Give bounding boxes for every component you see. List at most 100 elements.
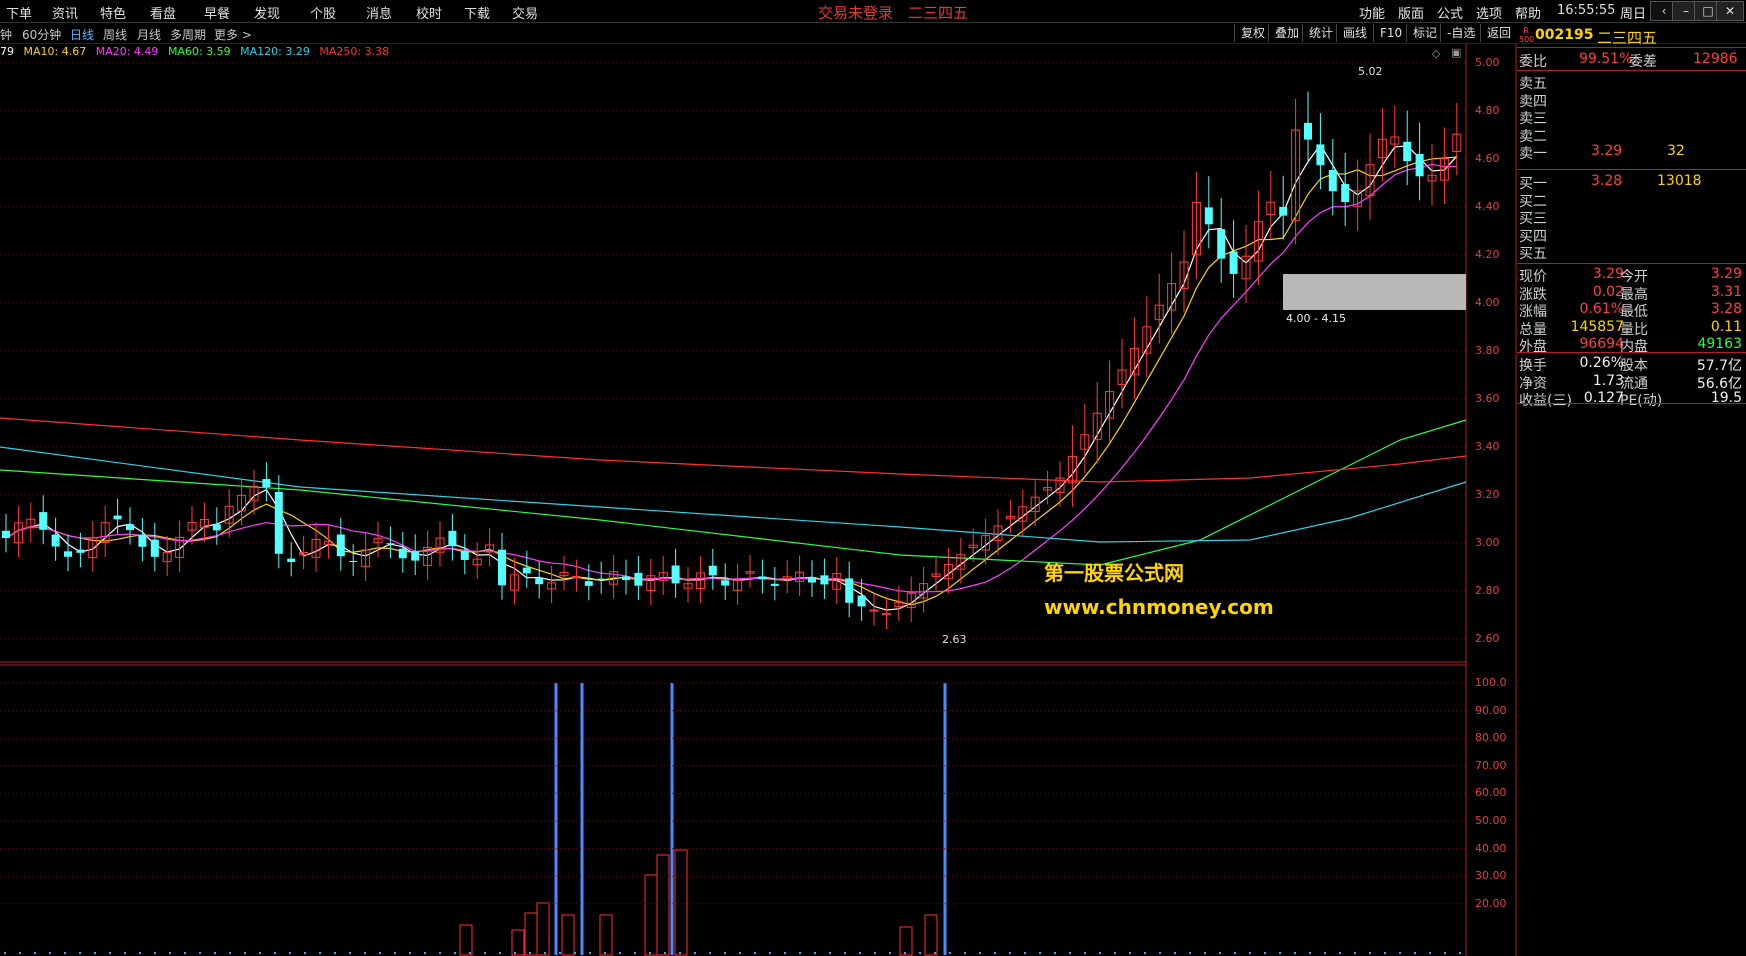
diamond-icon[interactable]: ◇ bbox=[1432, 47, 1440, 60]
axis-dot bbox=[859, 952, 861, 954]
buy-level-label: 买一 bbox=[1519, 176, 1547, 192]
axis-dot bbox=[529, 952, 531, 954]
price-tick-label: 3.40 bbox=[1475, 440, 1500, 453]
axis-dot bbox=[1459, 952, 1461, 954]
buy-level-label: 买二 bbox=[1519, 193, 1547, 210]
candle-body bbox=[386, 543, 395, 545]
buy-level-price: 3.28 bbox=[1591, 173, 1623, 189]
candle-body bbox=[770, 583, 779, 586]
axis-dot bbox=[919, 952, 921, 954]
axis-dot bbox=[1369, 952, 1371, 954]
candle-body bbox=[571, 575, 581, 578]
indicator-grid bbox=[0, 682, 1466, 954]
axis-dot bbox=[694, 952, 696, 954]
weicha-value: 12986 bbox=[1693, 51, 1738, 67]
axis-dot bbox=[1429, 952, 1431, 954]
axis-dot bbox=[679, 952, 681, 954]
indicator-tick-label: 30.00 bbox=[1475, 869, 1507, 883]
sell-level-label: 卖一 bbox=[1519, 146, 1547, 162]
axis-dot bbox=[739, 952, 741, 954]
indicator-bar bbox=[924, 914, 938, 956]
axis-dot bbox=[394, 952, 396, 954]
candle-body bbox=[411, 551, 420, 561]
stat-label: 总量 bbox=[1519, 321, 1547, 338]
weicha-label: 委差 bbox=[1629, 54, 1657, 70]
axis-dot bbox=[1084, 952, 1086, 954]
axis-dot bbox=[94, 952, 96, 954]
axis-dot bbox=[244, 952, 246, 954]
buy-level-label: 买四 bbox=[1519, 228, 1547, 245]
candle-body bbox=[808, 577, 816, 583]
high-marker: 5.02 bbox=[1358, 65, 1383, 78]
candle-body bbox=[820, 575, 829, 585]
stock-code[interactable]: 002195 bbox=[1535, 27, 1593, 43]
axis-dot bbox=[1114, 952, 1116, 954]
ma20-line bbox=[5, 163, 1457, 593]
candle-body bbox=[1304, 122, 1312, 140]
candle-body bbox=[274, 491, 283, 554]
candle-body bbox=[336, 534, 345, 557]
candle-body bbox=[460, 550, 469, 560]
axis-dot bbox=[349, 952, 351, 954]
candle-body bbox=[39, 512, 48, 530]
candle-body bbox=[584, 581, 593, 586]
candle-body bbox=[1204, 207, 1213, 225]
buy-level-volume: 13018 bbox=[1657, 173, 1702, 189]
main-grid bbox=[0, 62, 1466, 640]
price-tick-label: 3.20 bbox=[1475, 488, 1500, 501]
axis-dot bbox=[1174, 952, 1176, 954]
stat2-label: PE(动) bbox=[1620, 393, 1663, 409]
stat2-value: 0.127 bbox=[1583, 390, 1624, 406]
stat-label: 量比 bbox=[1620, 321, 1648, 338]
indicator-bar bbox=[459, 924, 473, 956]
axis-dot bbox=[1039, 952, 1041, 954]
candle-body bbox=[2, 530, 10, 538]
stat-value: 49163 bbox=[1697, 336, 1742, 352]
candle-body bbox=[51, 534, 60, 547]
candle-body bbox=[64, 551, 72, 557]
axis-dot bbox=[994, 952, 996, 954]
axis-dot bbox=[1309, 952, 1311, 954]
candle-body bbox=[138, 534, 147, 547]
indicator-tick-label: 40.00 bbox=[1475, 841, 1507, 855]
axis-dot bbox=[784, 952, 786, 954]
candle-body bbox=[622, 576, 630, 581]
stat2-value: 56.6亿 bbox=[1696, 375, 1742, 392]
axis-dot bbox=[1339, 952, 1341, 954]
axis-dot bbox=[1144, 952, 1146, 954]
window-toggle-icon[interactable]: ▣ bbox=[1451, 46, 1461, 59]
indicator-bar bbox=[561, 914, 575, 956]
stat-label: 最低 bbox=[1620, 304, 1648, 320]
indicator-tick-label: 20.00 bbox=[1475, 896, 1507, 910]
axis-dot bbox=[949, 952, 951, 954]
candle-body bbox=[721, 580, 730, 586]
weibi-label: 委比 bbox=[1519, 54, 1547, 70]
axis-dot bbox=[604, 952, 606, 954]
axis-dot bbox=[214, 952, 216, 954]
axis-dot bbox=[544, 952, 546, 954]
axis-dot bbox=[1189, 952, 1191, 954]
price-tick-label: 4.60 bbox=[1475, 152, 1500, 165]
stat-label: 今开 bbox=[1620, 269, 1648, 285]
candle-body bbox=[448, 530, 457, 547]
price-tick-label: 3.60 bbox=[1475, 392, 1500, 405]
indicator-bar bbox=[511, 929, 525, 956]
candle-body bbox=[522, 567, 531, 574]
candle-body bbox=[262, 479, 271, 488]
axis-dot bbox=[814, 952, 816, 954]
stock-name[interactable]: 二三四五 bbox=[1597, 27, 1657, 48]
axis-dot bbox=[754, 952, 756, 954]
axis-dot bbox=[229, 952, 231, 954]
price-tick-label: 3.80 bbox=[1475, 344, 1500, 357]
sell-level-price: 3.29 bbox=[1591, 143, 1623, 159]
axis-dot bbox=[709, 952, 711, 954]
candle-body bbox=[758, 576, 767, 579]
axis-dot bbox=[424, 952, 426, 954]
price-tick-label: 5.00 bbox=[1475, 56, 1500, 69]
resistance-zone bbox=[1283, 274, 1466, 310]
candlestick-chart[interactable] bbox=[0, 0, 1746, 956]
axis-dot bbox=[1099, 952, 1101, 954]
axis-dot bbox=[49, 952, 51, 954]
candle-body bbox=[1217, 229, 1226, 259]
axis-dot bbox=[1294, 952, 1296, 954]
